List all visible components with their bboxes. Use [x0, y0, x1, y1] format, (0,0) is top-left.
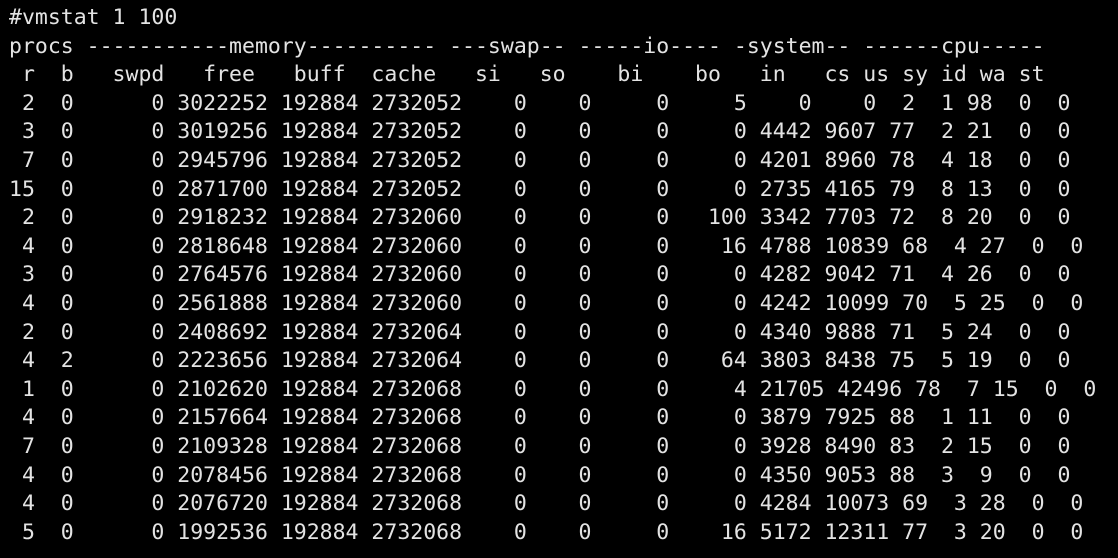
vmstat-row: 3 0 0 3019256 192884 2732052 0 0 0 0 444…	[9, 118, 1118, 147]
vmstat-row: 4 0 0 2157664 192884 2732068 0 0 0 0 387…	[9, 404, 1118, 433]
terminal-window: #vmstat 1 100procs -----------memory----…	[0, 0, 1118, 558]
vmstat-row: 4 0 0 2818648 192884 2732060 0 0 0 16 47…	[9, 233, 1118, 262]
vmstat-row: 4 0 0 2076720 192884 2732068 0 0 0 0 428…	[9, 490, 1118, 519]
vmstat-row: 4 2 0 2223656 192884 2732064 0 0 0 64 38…	[9, 347, 1118, 376]
vmstat-row: 7 0 0 2109328 192884 2732068 0 0 0 0 392…	[9, 433, 1118, 462]
command-line: #vmstat 1 100	[9, 4, 1118, 33]
vmstat-row: 2 0 0 2918232 192884 2732060 0 0 0 100 3…	[9, 204, 1118, 233]
vmstat-row: 4 0 0 2078456 192884 2732068 0 0 0 0 435…	[9, 462, 1118, 491]
vmstat-row: 3 0 0 2764576 192884 2732060 0 0 0 0 428…	[9, 261, 1118, 290]
vmstat-row: 1 0 0 2102620 192884 2732068 0 0 0 4 217…	[9, 376, 1118, 405]
vmstat-row: 15 0 0 2871700 192884 2732052 0 0 0 0 27…	[9, 176, 1118, 205]
vmstat-group-header: procs -----------memory---------- ---swa…	[9, 33, 1118, 62]
terminal-output: #vmstat 1 100procs -----------memory----…	[9, 4, 1118, 547]
vmstat-row: 4 0 0 2561888 192884 2732060 0 0 0 0 424…	[9, 290, 1118, 319]
vmstat-row: 5 0 0 1992536 192884 2732068 0 0 0 16 51…	[9, 519, 1118, 548]
vmstat-row: 2 0 0 2408692 192884 2732064 0 0 0 0 434…	[9, 319, 1118, 348]
vmstat-row: 2 0 0 3022252 192884 2732052 0 0 0 5 0 0…	[9, 90, 1118, 119]
vmstat-rows: 2 0 0 3022252 192884 2732052 0 0 0 5 0 0…	[9, 90, 1118, 548]
vmstat-column-header: r b swpd free buff cache si so bi bo in …	[9, 61, 1118, 90]
vmstat-row: 7 0 0 2945796 192884 2732052 0 0 0 0 420…	[9, 147, 1118, 176]
